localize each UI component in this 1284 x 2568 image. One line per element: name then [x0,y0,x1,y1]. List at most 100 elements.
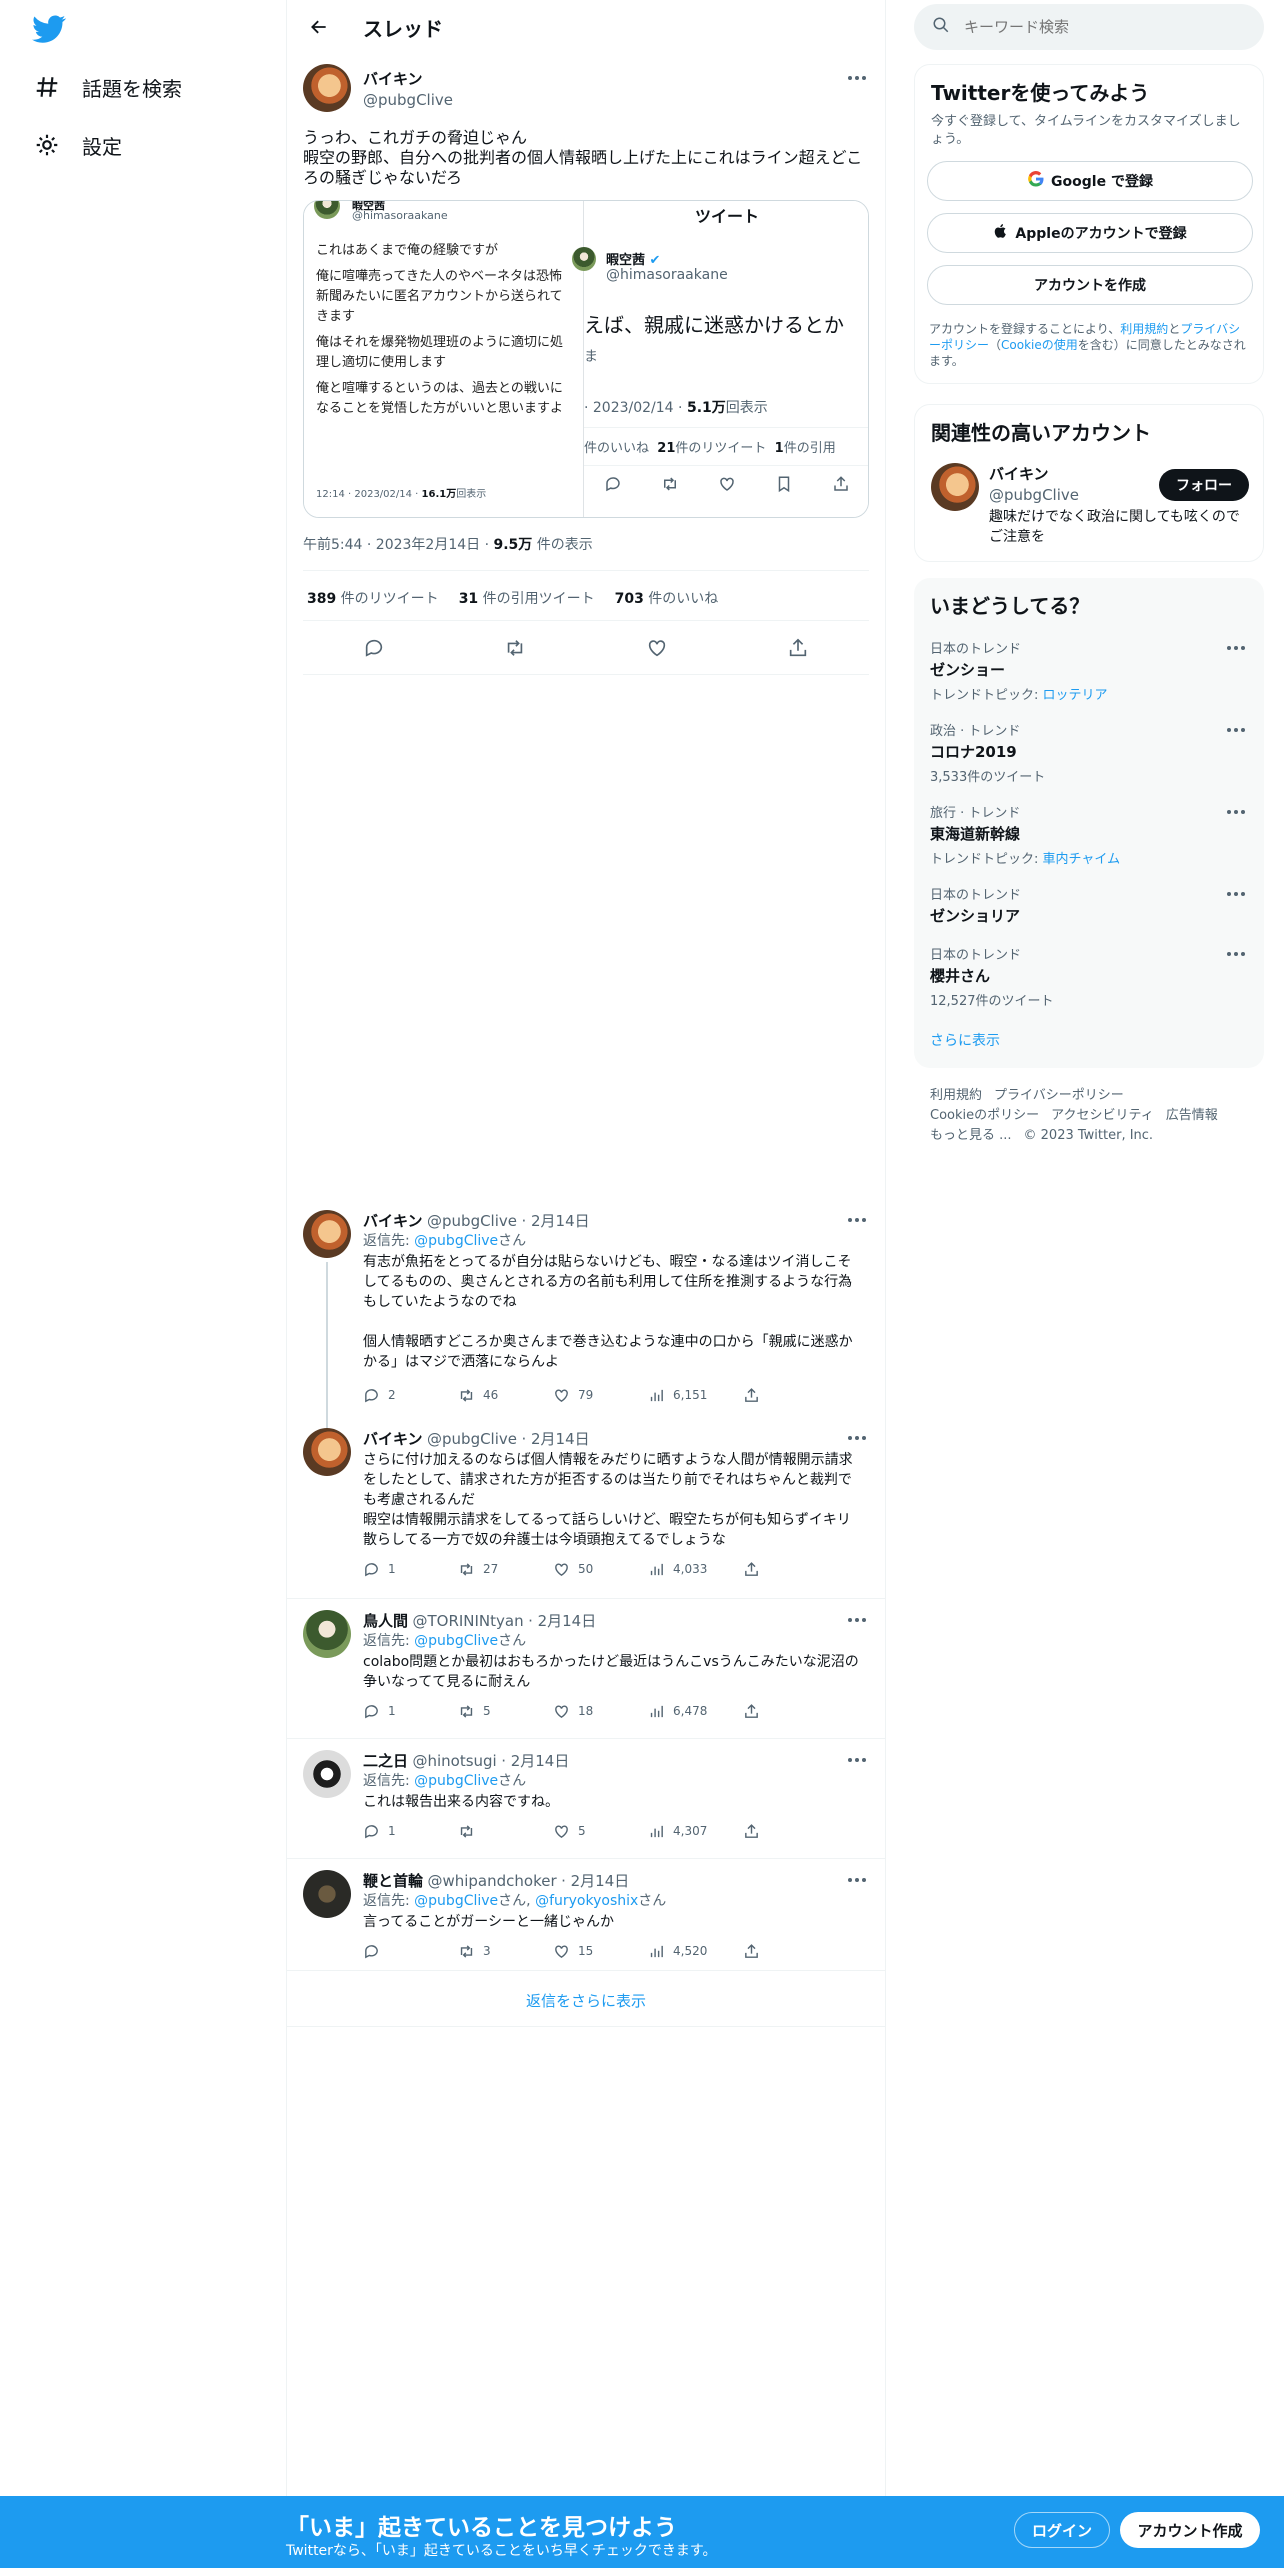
views-button[interactable]: 6,478 [648,1703,743,1720]
author-handle[interactable]: @TORININtyan [412,1612,523,1630]
reply-button[interactable]: 2 [363,1387,458,1404]
search-input[interactable] [964,18,1244,36]
reply-button[interactable]: 1 [363,1823,458,1840]
more-options-icon[interactable] [843,68,871,88]
retweet-button[interactable]: 27 [458,1561,553,1578]
nav-settings[interactable]: 設定 [30,120,122,170]
like-button[interactable]: 5 [553,1823,648,1840]
heart-icon[interactable] [646,637,668,663]
mention-link[interactable]: @pubgClive [414,1233,498,1249]
avatar[interactable] [303,1610,351,1658]
reply-button[interactable]: 1 [363,1561,458,1578]
follow-button[interactable]: フォロー [1159,469,1249,501]
login-button[interactable]: ログイン [1014,2512,1110,2548]
create-account-button[interactable]: アカウントを作成 [927,265,1253,305]
like-button[interactable]: 79 [553,1387,648,1404]
share-icon[interactable] [787,637,809,663]
retweet-button[interactable]: 46 [458,1387,553,1404]
footer-link[interactable]: 広告情報 [1166,1108,1218,1123]
footer-link[interactable]: Cookieのポリシー [930,1108,1039,1123]
footer-link[interactable]: プライバシーポリシー [994,1088,1124,1103]
author-handle[interactable]: @pubgClive [427,1430,517,1448]
author-name[interactable]: バイキン [363,1212,423,1230]
more-options-icon[interactable] [843,1870,871,1890]
nav-explore[interactable]: 話題を検索 [30,62,182,112]
more-options-icon[interactable] [843,1210,871,1230]
trend-item[interactable]: 日本のトレンド 櫻井さん 12,527件のツイート [930,944,1250,1009]
tweet-image[interactable]: 暇空茜 @himasoraakane これはあくまで俺の経験ですが 俺に喧嘩売っ… [303,200,869,518]
reply-tweet[interactable]: 鳥人間 @TORININtyan · 2月14日 返信先: @pubgClive… [287,1610,885,1730]
author-name[interactable]: バイキン [363,1430,423,1448]
search-box[interactable] [914,4,1264,50]
author-handle[interactable]: @whipandchoker [427,1872,556,1890]
like-button[interactable]: 15 [553,1943,648,1960]
retweet-button[interactable] [458,1823,553,1840]
reply-date[interactable]: · 2月14日 [528,1612,596,1630]
footer-link[interactable]: もっと見る ... [930,1128,1012,1143]
footer-link[interactable]: 利用規約 [930,1088,982,1103]
back-arrow-icon[interactable] [301,9,337,45]
like-button[interactable]: 18 [553,1703,648,1720]
more-options-icon[interactable] [1222,802,1250,822]
twitter-logo-icon[interactable] [32,12,66,46]
mention-link[interactable]: @pubgClive [414,1773,498,1789]
more-options-icon[interactable] [843,1610,871,1630]
tweet-time[interactable]: 午前5:44 · 2023年2月14日 · [303,537,494,553]
avatar[interactable] [303,1870,351,1918]
retweets-count[interactable]: 389 件のリツイート [307,588,439,608]
author-handle[interactable]: @hinotsugi [412,1752,496,1770]
terms-link[interactable]: 利用規約 [1120,322,1168,336]
reply-tweet[interactable]: バイキン @pubgClive · 2月14日 さらに付け加えるのならば個人情報… [287,1428,885,1588]
reply-date[interactable]: · 2月14日 [521,1430,589,1448]
likes-count[interactable]: 703 件のいいね [615,588,719,608]
show-more-trends-link[interactable]: さらに表示 [930,1030,1000,1050]
more-options-icon[interactable] [1222,638,1250,658]
avatar[interactable] [931,463,979,511]
footer-link[interactable]: アクセシビリティ [1051,1108,1154,1123]
author-name[interactable]: 鳥人間 [363,1612,408,1630]
reply-tweet[interactable]: 鞭と首輪 @whipandchoker · 2月14日 返信先: @pubgCl… [287,1870,885,1970]
views-button[interactable]: 6,151 [648,1387,743,1404]
like-button[interactable]: 50 [553,1561,648,1578]
share-button[interactable] [743,1823,838,1840]
google-signup-button[interactable]: Google で登録 [927,161,1253,201]
more-options-icon[interactable] [843,1428,871,1448]
views-button[interactable]: 4,033 [648,1561,743,1578]
reply-button[interactable] [363,1943,458,1960]
author-name[interactable]: 二之日 [363,1752,408,1770]
avatar[interactable] [303,64,351,112]
reply-date[interactable]: · 2月14日 [521,1212,589,1230]
retweet-button[interactable]: 3 [458,1943,553,1960]
trend-topic-link[interactable]: 車内チャイム [1043,852,1121,867]
mention-link[interactable]: @pubgClive [414,1893,498,1909]
mention-link[interactable]: @furyokyoshix [535,1893,638,1909]
share-button[interactable] [743,1387,838,1404]
share-button[interactable] [743,1703,838,1720]
quotes-count[interactable]: 31 件の引用ツイート [459,588,595,608]
trend-item[interactable]: 旅行 · トレンド 東海道新幹線 トレンドトピック: 車内チャイム [930,802,1250,867]
more-options-icon[interactable] [1222,720,1250,740]
related-handle[interactable]: @pubgClive [989,486,1079,504]
retweet-icon[interactable] [504,637,526,663]
views-button[interactable]: 4,520 [648,1943,743,1960]
trend-item[interactable]: 日本のトレンド ゼンショリア [930,884,1250,926]
retweet-button[interactable]: 5 [458,1703,553,1720]
reply-button[interactable]: 1 [363,1703,458,1720]
reply-icon[interactable] [363,637,385,663]
reply-tweet[interactable]: バイキン @pubgClive · 2月14日 返信先: @pubgCliveさ… [287,1210,885,1428]
trend-topic-link[interactable]: ロッテリア [1043,688,1108,703]
author-name[interactable]: 鞭と首輪 [363,1872,423,1890]
mention-link[interactable]: @pubgClive [414,1633,498,1649]
more-options-icon[interactable] [1222,944,1250,964]
share-button[interactable] [743,1943,838,1960]
author-name[interactable]: バイキン [363,68,453,89]
reply-tweet[interactable]: 二之日 @hinotsugi · 2月14日 返信先: @pubgCliveさん… [287,1750,885,1850]
views-button[interactable]: 4,307 [648,1823,743,1840]
more-options-icon[interactable] [1222,884,1250,904]
reply-date[interactable]: · 2月14日 [501,1752,569,1770]
cookie-link[interactable]: Cookieの使用 [1001,338,1078,352]
trend-item[interactable]: 政治 · トレンド コロナ2019 3,533件のツイート [930,720,1250,785]
show-more-replies-link[interactable]: 返信をさらに表示 [287,1990,885,2011]
author-handle[interactable]: @pubgClive [427,1212,517,1230]
trend-item[interactable]: 日本のトレンド ゼンショー トレンドトピック: ロッテリア [930,638,1250,703]
